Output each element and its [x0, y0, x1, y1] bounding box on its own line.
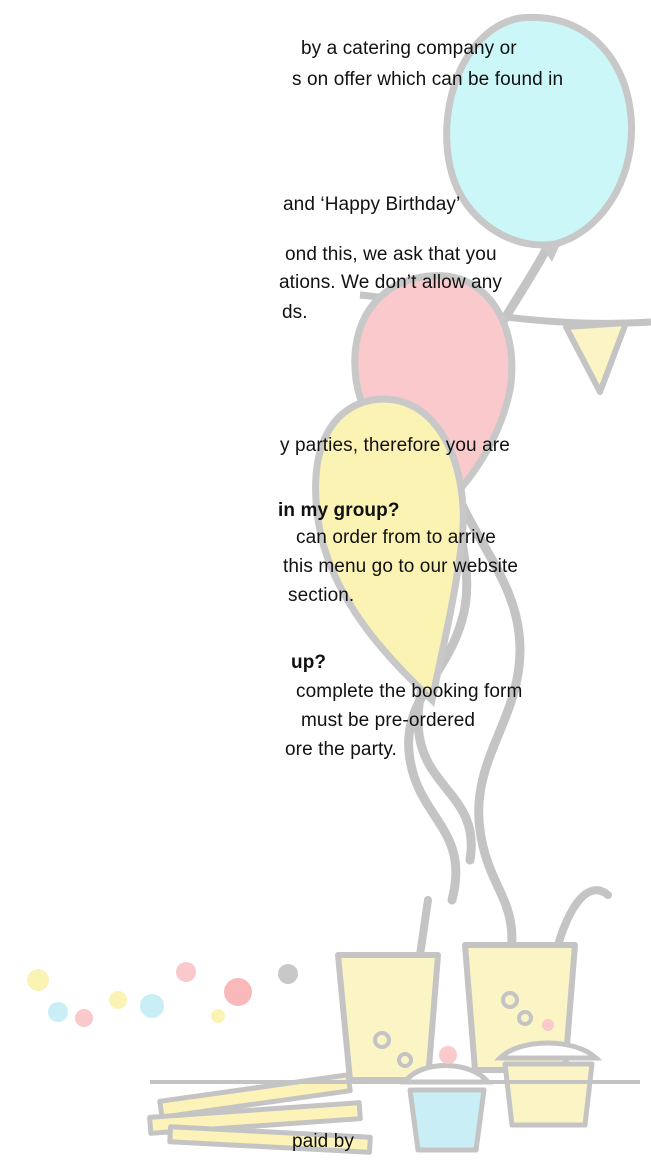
text-line: by a catering company or	[301, 38, 517, 59]
document-text: by a catering company or s on offer whic…	[0, 0, 651, 1160]
text-line: ations. We don’t allow any	[279, 272, 502, 293]
text-line: s on offer which can be found in	[292, 69, 564, 90]
text-line: complete the booking form	[296, 681, 523, 702]
text-line: and ‘Happy Birthday’	[283, 194, 461, 215]
text-line: paid by	[292, 1131, 354, 1152]
text-line: can order from to arrive	[296, 527, 496, 548]
text-line: ore the party.	[285, 739, 397, 760]
section-heading: in my group?	[278, 500, 400, 521]
text-line: section.	[288, 585, 355, 606]
section-heading: up?	[291, 652, 327, 673]
text-line: must be pre-ordered	[301, 710, 476, 731]
text-line: ond this, we ask that you	[285, 244, 497, 265]
text-line: this menu go to our website	[283, 556, 519, 577]
text-line: y parties, therefore you are	[280, 435, 510, 456]
text-line: ds.	[282, 302, 308, 323]
